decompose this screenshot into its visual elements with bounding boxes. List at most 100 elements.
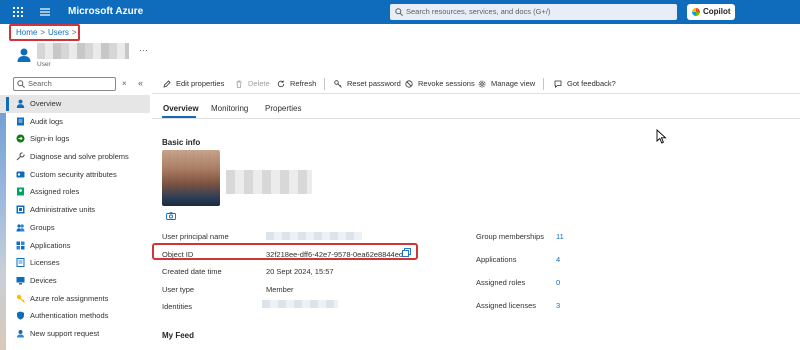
camera-icon[interactable]	[166, 212, 176, 220]
user-subtitle: User	[37, 61, 51, 68]
basic-info-title: Basic info	[162, 138, 201, 147]
block-icon	[405, 80, 413, 88]
copy-icon[interactable]	[402, 248, 411, 257]
feedback-icon	[554, 80, 562, 88]
sidebar-search-placeholder: Search	[28, 79, 52, 88]
sidebar-item-label: Licenses	[30, 258, 60, 268]
sidebar-item-label: Applications	[30, 240, 71, 250]
toolbar-divider	[324, 78, 325, 90]
refresh-label: Refresh	[290, 79, 317, 88]
upn-value-redacted	[266, 232, 362, 240]
roles-icon	[17, 187, 24, 196]
user-type-label: User type	[162, 285, 195, 294]
admin-units-icon	[16, 205, 25, 214]
manage-view-label: Manage view	[491, 79, 536, 88]
shield-icon	[17, 311, 24, 320]
sidebar-item-applications[interactable]: Applications	[0, 237, 150, 255]
breadcrumb-home[interactable]: Home	[16, 28, 37, 37]
refresh-icon	[277, 80, 285, 88]
revoke-sessions-button[interactable]: Revoke sessions	[405, 77, 475, 91]
sidebar-item-azure-role-assignments[interactable]: Azure role assignments	[0, 290, 150, 308]
sidebar-item-licenses[interactable]: Licenses	[0, 254, 150, 272]
refresh-button[interactable]: Refresh	[277, 77, 316, 91]
search-icon	[395, 8, 403, 16]
applications-label: Applications	[476, 255, 517, 264]
sidebar-item-new-support-request[interactable]: New support request	[0, 325, 150, 343]
feedback-label: Got feedback?	[567, 79, 616, 88]
my-feed-title: My Feed	[162, 331, 195, 340]
applications-icon	[16, 241, 25, 249]
edit-properties-label: Edit properties	[176, 79, 225, 88]
trash-icon	[236, 80, 242, 88]
licenses-icon	[16, 258, 25, 268]
assigned-roles-value[interactable]: 0	[556, 278, 560, 287]
group-memberships-label: Group memberships	[476, 232, 544, 241]
sidebar-item-groups[interactable]: Groups	[0, 219, 150, 237]
portal-brand[interactable]: Microsoft Azure	[68, 6, 143, 17]
breadcrumb-chevron-icon: >	[71, 28, 77, 37]
sidebar-search-input[interactable]: Search	[13, 77, 116, 91]
sidebar-item-custom-security-attributes[interactable]: Custom security attributes	[0, 166, 150, 184]
person-icon	[16, 99, 25, 108]
copilot-button[interactable]: Copilot	[687, 4, 735, 20]
sidebar-item-label: Overview	[30, 99, 62, 108]
sidebar-item-assigned-roles[interactable]: Assigned roles	[0, 183, 150, 201]
revoke-sessions-label: Revoke sessions	[418, 79, 475, 88]
tab-monitoring[interactable]: Monitoring	[211, 104, 248, 113]
identities-value-redacted[interactable]	[262, 300, 338, 308]
tab-overview[interactable]: Overview	[163, 104, 199, 113]
sidebar-item-label: Groups	[30, 222, 55, 232]
assigned-licenses-value[interactable]: 3	[556, 301, 560, 310]
group-memberships-value[interactable]: 11	[556, 232, 564, 241]
sidebar-item-label: Audit logs	[30, 116, 63, 126]
sidebar-item-label: Authentication methods	[30, 311, 109, 321]
sidebar-item-sign-in-logs[interactable]: Sign-in logs	[0, 130, 150, 148]
created-label: Created date time	[162, 267, 222, 276]
sidebar-item-overview[interactable]: Overview	[0, 95, 150, 113]
sidebar-item-diagnose[interactable]: Diagnose and solve problems	[0, 148, 150, 166]
app-launcher-icon[interactable]	[12, 6, 24, 18]
object-id-label: Object ID	[162, 250, 194, 259]
sidebar-nav: Overview Audit logs Sign-in logs Diagnos…	[0, 95, 150, 343]
edit-properties-button[interactable]: Edit properties	[163, 77, 224, 91]
clear-search-icon[interactable]: ×	[122, 79, 127, 88]
sidebar-item-label: Azure role assignments	[30, 293, 109, 303]
user-display-name-redacted	[37, 43, 129, 59]
collapse-sidebar-icon[interactable]: «	[138, 78, 143, 88]
more-options-icon[interactable]: ···	[139, 45, 148, 55]
search-icon	[17, 80, 25, 88]
user-type-value: Member	[266, 285, 294, 294]
applications-value[interactable]: 4	[556, 255, 560, 264]
profile-name-redacted	[226, 170, 312, 194]
created-value: 20 Sept 2024, 15:57	[266, 267, 334, 276]
manage-view-button[interactable]: Manage view	[478, 77, 535, 91]
feedback-button[interactable]: Got feedback?	[554, 77, 616, 91]
delete-button[interactable]: Delete	[235, 77, 270, 91]
sidebar-item-devices[interactable]: Devices	[0, 272, 150, 290]
assigned-licenses-label: Assigned licenses	[476, 301, 537, 310]
key-icon	[16, 294, 25, 303]
breadcrumb-chevron-icon: >	[40, 28, 46, 37]
reset-password-button[interactable]: Reset password	[334, 77, 401, 91]
sidebar-item-administrative-units[interactable]: Administrative units	[0, 201, 150, 219]
sidebar-item-audit-logs[interactable]: Audit logs	[0, 113, 150, 131]
global-search-input[interactable]: Search resources, services, and docs (G+…	[390, 4, 677, 20]
sign-in-icon	[16, 134, 25, 143]
tab-properties[interactable]: Properties	[265, 104, 301, 113]
mouse-cursor-icon	[656, 129, 667, 144]
breadcrumb-users[interactable]: Users	[48, 28, 69, 37]
assigned-roles-label: Assigned roles	[476, 278, 526, 287]
upn-label: User principal name	[162, 232, 229, 241]
hamburger-menu-icon[interactable]	[40, 7, 50, 17]
global-search-placeholder: Search resources, services, and docs (G+…	[406, 7, 551, 16]
user-avatar-icon	[17, 48, 31, 62]
breadcrumb: Home > Users >	[9, 24, 80, 41]
profile-photo	[162, 150, 220, 206]
pencil-icon	[163, 80, 171, 88]
identities-label: Identities	[162, 302, 193, 311]
sidebar-item-authentication-methods[interactable]: Authentication methods	[0, 307, 150, 325]
key-icon	[334, 80, 342, 88]
sidebar-item-label: Custom security attributes	[30, 169, 117, 179]
toolbar-divider	[543, 78, 544, 90]
devices-icon	[16, 276, 25, 285]
